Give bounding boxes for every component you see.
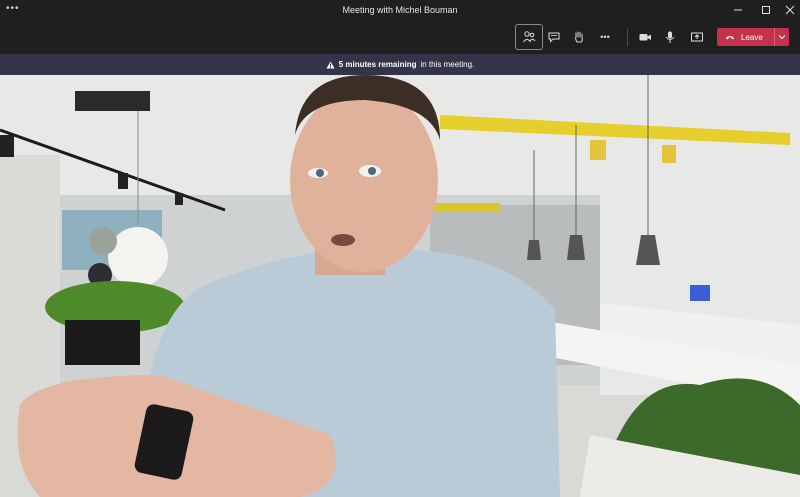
window-title: Meeting with Michel Bouman [342, 5, 458, 15]
microphone-button[interactable] [657, 24, 683, 50]
leave-label: Leave [741, 32, 763, 42]
share-screen-button[interactable] [684, 24, 710, 50]
minimize-icon[interactable] [726, 0, 750, 20]
leave-button[interactable]: Leave [717, 28, 789, 46]
participants-button[interactable] [515, 24, 543, 50]
meeting-toolbar: ••• Leave [0, 20, 800, 54]
time-remaining-banner: 5 minutes remaining in this meeting. [0, 54, 800, 75]
raise-hand-button[interactable] [566, 24, 592, 50]
warning-icon [326, 61, 335, 68]
close-icon[interactable] [778, 0, 800, 20]
toolbar-divider [627, 28, 628, 46]
title-bar: ••• Meeting with Michel Bouman [0, 0, 800, 20]
video-frame [0, 75, 800, 497]
participant-video [0, 75, 800, 497]
chat-button[interactable] [541, 24, 567, 50]
leave-options-chevron-icon[interactable] [774, 28, 789, 46]
camera-icon [639, 34, 651, 41]
people-icon [523, 31, 536, 43]
banner-text: in this meeting. [420, 60, 475, 69]
camera-button[interactable] [632, 24, 658, 50]
banner-bold-text: 5 minutes remaining [338, 60, 417, 69]
hang-up-icon [726, 36, 734, 40]
more-icon: ••• [600, 32, 610, 42]
more-options-button[interactable]: ••• [592, 24, 618, 50]
raise-hand-icon [575, 31, 583, 43]
microphone-icon [665, 31, 675, 43]
maximize-icon[interactable] [754, 0, 778, 20]
share-screen-icon [691, 32, 703, 42]
chat-icon [548, 32, 560, 43]
